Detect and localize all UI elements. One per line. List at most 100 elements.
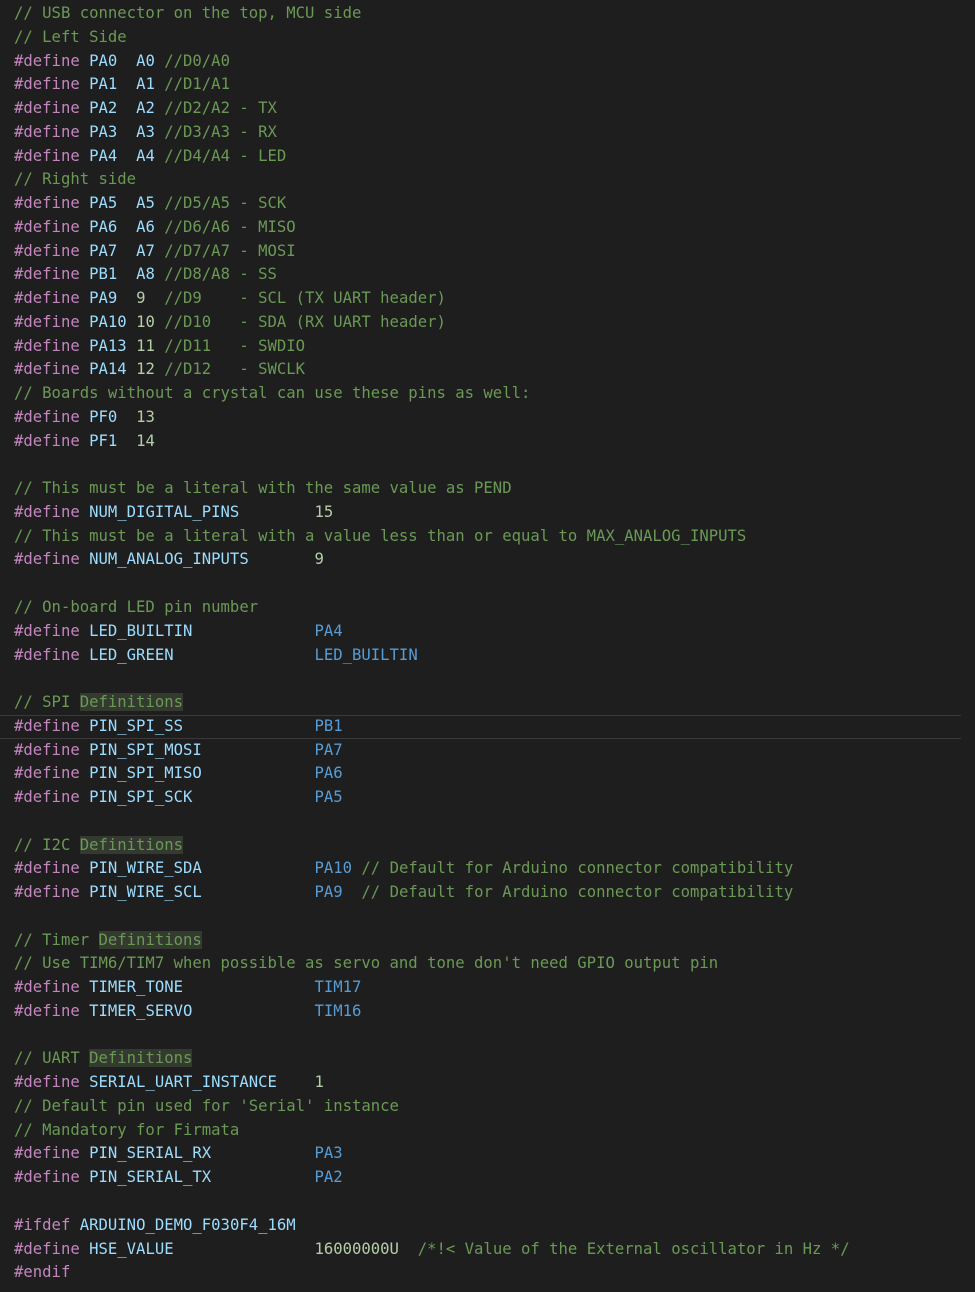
code-line[interactable]: #define PIN_SPI_SCK PA5 <box>14 786 343 810</box>
code-line[interactable]: #define PIN_WIRE_SDA PA10 // Default for… <box>14 857 793 881</box>
comment-token: //D7/A7 - MOSI <box>164 241 296 260</box>
code-line[interactable]: #define NUM_DIGITAL_PINS 15 <box>14 501 333 525</box>
code-line[interactable]: // Boards without a crystal can use thes… <box>14 382 530 406</box>
code-line[interactable]: // Timer Definitions <box>14 929 202 953</box>
code-line[interactable]: #define PA13 11 //D11 - SWDIO <box>14 335 305 359</box>
code-line[interactable]: // Right side <box>14 168 136 192</box>
code-line[interactable]: #define PA14 12 //D12 - SWCLK <box>14 358 305 382</box>
number-literal: 12 <box>136 360 155 379</box>
macro-value: TIM17 <box>314 978 362 997</box>
code-line[interactable]: #define PA6 A6 //D6/A6 - MISO <box>14 216 296 240</box>
comment-token: // Timer <box>14 930 99 949</box>
code-line[interactable]: #define HSE_VALUE 16000000U /*!< Value o… <box>14 1238 850 1262</box>
code-line[interactable]: #define PA1 A1 //D1/A1 <box>14 73 230 97</box>
comment-token: // On-board LED pin number <box>14 598 259 616</box>
code-line[interactable]: // USB connector on the top, MCU side <box>14 2 361 26</box>
comment-token: // Mandatory for Firmata <box>14 1120 240 1139</box>
macro-name: NUM_DIGITAL_PINS <box>89 502 240 521</box>
code-line[interactable] <box>14 572 23 596</box>
code-line[interactable]: // This must be a literal with a value l… <box>14 525 746 549</box>
code-line[interactable]: #define PA7 A7 //D7/A7 - MOSI <box>14 240 296 264</box>
code-line[interactable]: #define PIN_SPI_MISO PA6 <box>14 762 343 786</box>
macro-name: PIN_SPI_MOSI <box>89 740 202 759</box>
code-line[interactable]: #define PA0 A0 //D0/A0 <box>14 50 230 74</box>
code-line[interactable]: #define TIMER_TONE TIM17 <box>14 976 361 1000</box>
code-line[interactable] <box>14 1024 23 1048</box>
code-line[interactable]: // Use TIM6/TIM7 when possible as servo … <box>14 952 718 976</box>
code-line[interactable] <box>14 667 23 691</box>
comment-token: // Use TIM6/TIM7 when possible as servo … <box>14 954 719 973</box>
number-literal: 16000000U <box>314 1239 399 1258</box>
code-line[interactable]: #define PA10 10 //D10 - SDA (RX UART hea… <box>14 311 446 335</box>
macro-value: PA6 <box>314 764 343 783</box>
code-line[interactable]: #define PIN_SERIAL_TX PA2 <box>14 1166 343 1190</box>
code-line[interactable]: #define PA4 A4 //D4/A4 - LED <box>14 145 286 169</box>
code-line[interactable]: #define LED_BUILTIN PA4 <box>14 620 343 644</box>
code-line[interactable]: #define TIMER_SERVO TIM16 <box>14 1000 361 1024</box>
code-line[interactable] <box>14 453 23 477</box>
code-line[interactable]: #define PA2 A2 //D2/A2 - TX <box>14 97 277 121</box>
directive-token: #define <box>14 764 80 783</box>
code-line[interactable]: #define NUM_ANALOG_INPUTS 9 <box>14 548 324 572</box>
code-line[interactable]: #define SERIAL_UART_INSTANCE 1 <box>14 1071 324 1095</box>
code-line[interactable]: // Default pin used for 'Serial' instanc… <box>14 1095 399 1119</box>
code-line[interactable]: #endif <box>14 1261 70 1285</box>
code-line[interactable]: #define PA9 9 //D9 - SCL (TX UART header… <box>14 287 446 311</box>
macro-name: A8 <box>136 265 155 284</box>
code-line[interactable]: #define PA3 A3 //D3/A3 - RX <box>14 121 277 145</box>
code-line[interactable]: // UART Definitions <box>14 1047 193 1071</box>
directive-token: #define <box>14 99 80 118</box>
directive-token: #define <box>14 1073 80 1092</box>
directive-token: #define <box>14 740 80 759</box>
directive-token: #define <box>14 75 80 94</box>
code-line[interactable]: // SPI Definitions <box>14 691 183 715</box>
search-highlight: Definitions <box>98 930 202 949</box>
code-line[interactable]: #define LED_GREEN LED_BUILTIN <box>14 644 418 668</box>
directive-token: #define <box>14 1001 80 1020</box>
directive-token: #define <box>14 146 80 165</box>
macro-name: NUM_ANALOG_INPUTS <box>89 550 249 569</box>
macro-name: PIN_WIRE_SCL <box>89 883 202 902</box>
macro-value: PA9 <box>314 883 343 902</box>
directive-token: #define <box>14 645 80 664</box>
code-line[interactable]: #define PIN_SPI_MOSI PA7 <box>14 739 343 763</box>
macro-name: PA14 <box>89 360 127 379</box>
code-line[interactable]: #define PIN_WIRE_SCL PA9 // Default for … <box>14 881 793 905</box>
code-line[interactable]: // I2C Definitions <box>14 834 183 858</box>
code-line[interactable]: // This must be a literal with the same … <box>14 477 512 501</box>
current-code-line[interactable]: #define PIN_SPI_SS PB1 <box>0 714 961 739</box>
code-line[interactable] <box>14 1190 23 1214</box>
code-line[interactable]: #define PF1 14 <box>14 430 155 454</box>
code-line[interactable]: #define PIN_SERIAL_RX PA3 <box>14 1142 343 1166</box>
code-line[interactable] <box>14 905 23 929</box>
code-line[interactable]: // Mandatory for Firmata <box>14 1119 239 1143</box>
comment-token: //D11 - SWDIO <box>164 336 306 355</box>
code-editor[interactable]: // USB connector on the top, MCU side // … <box>0 0 975 1292</box>
code-line[interactable]: #define PB1 A8 //D8/A8 - SS <box>14 263 277 287</box>
code-line[interactable] <box>14 810 23 834</box>
macro-name: PA7 <box>89 241 118 260</box>
code-line[interactable]: #ifdef ARDUINO_DEMO_F030F4_16M <box>14 1214 296 1238</box>
code-line[interactable]: // Left Side <box>14 26 127 50</box>
code-line[interactable]: #define PA5 A5 //D5/A5 - SCK <box>14 192 286 216</box>
code-line[interactable]: // On-board LED pin number <box>14 596 258 620</box>
code-line[interactable]: #define PF0 13 <box>14 406 155 430</box>
macro-name: PA3 <box>89 122 118 141</box>
directive-token: #ifdef <box>14 1215 71 1234</box>
